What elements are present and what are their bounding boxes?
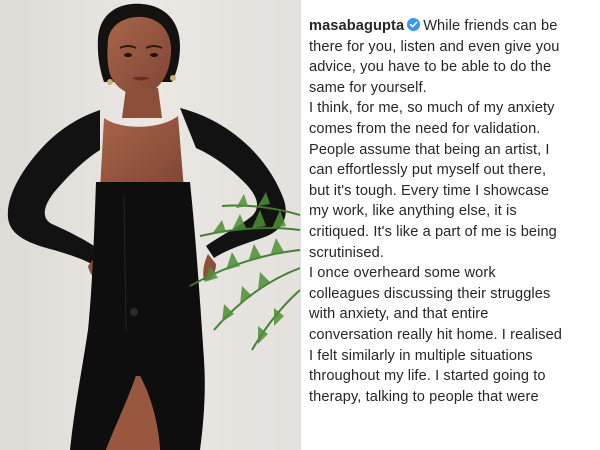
caption-pane: masabagupta While friends can be there fo… xyxy=(301,0,600,450)
caption-line: I once overheard some work xyxy=(309,265,496,282)
caption-line: conversation really hit home. I realised xyxy=(309,326,563,343)
caption-line: therapy, talking to people that were xyxy=(309,388,539,405)
caption-line: I felt similarly in multiple situations xyxy=(309,347,533,364)
caption-line: advice, you have to be able to do the xyxy=(309,59,552,76)
caption-line: my work, like anything else, it is xyxy=(309,203,517,220)
caption-line: People assume that being an artist, I xyxy=(309,141,550,158)
caption-line: with anxiety, and that entire xyxy=(309,306,489,323)
caption-line: but it's tough. Every time I showcase xyxy=(309,182,550,199)
caption-line: I think, for me, so much of my anxiety xyxy=(309,100,555,117)
caption-line: can effortlessly put myself out there, xyxy=(309,162,547,179)
caption-line: throughout my life. I started going to xyxy=(309,368,546,385)
caption-line: critiqued. It's like a part of me is bei… xyxy=(309,223,557,240)
caption-line: comes from the need for validation. xyxy=(309,120,541,137)
portrait-photo xyxy=(0,0,300,450)
caption-line: same for yourself. xyxy=(309,79,427,96)
instagram-post-screenshot: masabagupta While friends can be there fo… xyxy=(0,0,600,450)
post-photo xyxy=(0,0,300,450)
caption-line: there for you, listen and even give you xyxy=(309,38,560,55)
caption-line: masabagupta While friends can be xyxy=(309,17,558,34)
post-caption: masabagupta While friends can be there fo… xyxy=(309,16,600,407)
verified-badge-icon xyxy=(407,17,421,31)
caption-line: colleagues discussing their struggles xyxy=(309,285,551,302)
caption-line: scrutinised. xyxy=(309,244,385,261)
username-link[interactable]: masabagupta xyxy=(309,18,404,34)
